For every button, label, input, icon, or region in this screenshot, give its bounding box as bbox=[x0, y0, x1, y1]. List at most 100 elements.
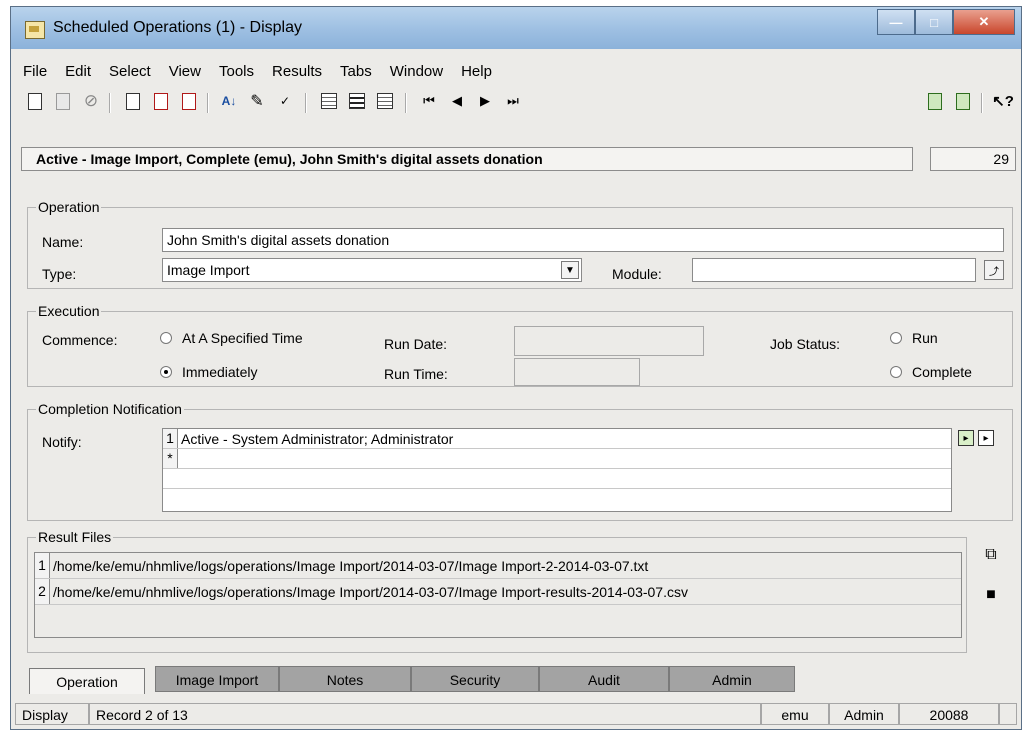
radio-label: Immediately bbox=[182, 364, 258, 380]
toolbar-separator bbox=[305, 93, 307, 113]
window-controls: — □ ✕ bbox=[877, 9, 1015, 35]
type-value: Image Import bbox=[167, 262, 250, 278]
menu-edit[interactable]: Edit bbox=[65, 57, 91, 81]
module-field[interactable] bbox=[692, 258, 976, 282]
next-record-icon[interactable]: ▶ bbox=[475, 91, 495, 111]
row-number: 1 bbox=[35, 553, 50, 578]
radio-label: Complete bbox=[912, 364, 972, 380]
display-record-icon[interactable] bbox=[123, 91, 143, 111]
status-user: emu bbox=[761, 703, 829, 725]
page-view-icon[interactable] bbox=[375, 91, 395, 111]
tab-image-import[interactable]: Image Import bbox=[155, 666, 279, 692]
completion-notification-group: Completion Notification Notify: 1 Active… bbox=[27, 401, 1013, 521]
list-view-icon[interactable] bbox=[347, 91, 367, 111]
save-disabled-icon[interactable] bbox=[53, 91, 73, 111]
row-text: Active - System Administrator; Administr… bbox=[181, 431, 454, 447]
commence-label: Commence: bbox=[42, 332, 118, 348]
radio-dot-selected bbox=[160, 366, 172, 378]
toolbar-separator bbox=[405, 93, 407, 113]
completion-legend: Completion Notification bbox=[36, 401, 184, 417]
spellcheck-icon[interactable]: ✓ bbox=[275, 91, 295, 111]
radio-immediately[interactable]: Immediately bbox=[160, 364, 257, 380]
maximize-button[interactable]: □ bbox=[915, 9, 953, 35]
record-count: 29 bbox=[930, 147, 1016, 171]
module-lookup-icon[interactable]: ⤴ bbox=[984, 260, 1004, 280]
open-file-icon[interactable]: ⧉ bbox=[981, 545, 1001, 565]
sort-icon[interactable]: A↓ bbox=[219, 91, 239, 111]
detach-icon[interactable] bbox=[953, 91, 973, 111]
type-label: Type: bbox=[42, 266, 77, 282]
attach-icon[interactable] bbox=[925, 91, 945, 111]
cancel-icon[interactable]: ⊘ bbox=[81, 91, 101, 111]
tab-admin[interactable]: Admin bbox=[669, 666, 795, 692]
title-bar: Scheduled Operations (1) - Display — □ ✕ bbox=[11, 7, 1021, 49]
result-files-legend: Result Files bbox=[36, 529, 114, 545]
radio-label: At A Specified Time bbox=[182, 330, 303, 346]
menu-file[interactable]: File bbox=[23, 57, 47, 81]
insert-record-icon[interactable] bbox=[179, 91, 199, 111]
row-number: 2 bbox=[35, 579, 50, 604]
name-field[interactable]: John Smith's digital assets donation bbox=[162, 228, 1004, 252]
menu-window[interactable]: Window bbox=[390, 57, 443, 81]
status-bar: Display Record 2 of 13 emu Admin 20088 bbox=[11, 697, 1021, 729]
type-select[interactable]: Image Import ▼ bbox=[162, 258, 582, 282]
first-record-icon[interactable]: ⏮ bbox=[419, 91, 439, 111]
menu-view[interactable]: View bbox=[169, 57, 201, 81]
new-record-icon[interactable] bbox=[25, 91, 45, 111]
operation-legend: Operation bbox=[36, 199, 102, 215]
name-label: Name: bbox=[42, 234, 84, 250]
radio-dot bbox=[160, 332, 172, 344]
toolbar-separator bbox=[981, 93, 983, 113]
search-record-icon[interactable] bbox=[151, 91, 171, 111]
save-file-icon[interactable]: ■ bbox=[981, 585, 1001, 605]
details-view-icon[interactable] bbox=[319, 91, 339, 111]
result-files-grid: 1 /home/ke/emu/nhmlive/logs/operations/I… bbox=[34, 552, 962, 638]
menu-tabs[interactable]: Tabs bbox=[340, 57, 372, 81]
view-attachment-icon[interactable]: ▸ bbox=[978, 430, 994, 446]
chevron-down-icon[interactable]: ▼ bbox=[561, 261, 579, 279]
menu-select[interactable]: Select bbox=[109, 57, 151, 81]
add-attachment-icon[interactable]: ▸ bbox=[958, 430, 974, 446]
tab-security[interactable]: Security bbox=[411, 666, 539, 692]
table-row[interactable]: 1 Active - System Administrator; Adminis… bbox=[163, 429, 951, 449]
table-row[interactable]: 1 /home/ke/emu/nhmlive/logs/operations/I… bbox=[35, 553, 961, 579]
help-pointer-icon[interactable]: ↖? bbox=[992, 91, 1014, 111]
execution-group: Execution Commence: At A Specified Time … bbox=[27, 303, 1013, 387]
result-files-group: Result Files 1 /home/ke/emu/nhmlive/logs… bbox=[27, 529, 967, 653]
run-date-field[interactable] bbox=[514, 326, 704, 356]
table-row-new[interactable]: * bbox=[163, 449, 951, 469]
table-row-empty[interactable] bbox=[163, 469, 951, 489]
notify-grid: 1 Active - System Administrator; Adminis… bbox=[162, 428, 952, 512]
edit-icon[interactable]: ✎ bbox=[247, 91, 267, 111]
radio-at-specified-time[interactable]: At A Specified Time bbox=[160, 330, 303, 346]
last-record-icon[interactable]: ⏭ bbox=[503, 91, 523, 111]
execution-legend: Execution bbox=[36, 303, 102, 319]
menu-bar: File Edit Select View Tools Results Tabs… bbox=[11, 57, 1021, 81]
menu-results[interactable]: Results bbox=[272, 57, 322, 81]
toolbar-separator bbox=[207, 93, 209, 113]
close-button[interactable]: ✕ bbox=[953, 9, 1015, 35]
module-label: Module: bbox=[612, 266, 662, 282]
tab-audit[interactable]: Audit bbox=[539, 666, 669, 692]
status-mode: Display bbox=[15, 703, 89, 725]
status-group: Admin bbox=[829, 703, 899, 725]
minimize-button[interactable]: — bbox=[877, 9, 915, 35]
status-port: 20088 bbox=[899, 703, 999, 725]
tab-operation[interactable]: Operation bbox=[29, 668, 145, 694]
menu-tools[interactable]: Tools bbox=[219, 57, 254, 81]
window-title: Scheduled Operations (1) - Display bbox=[53, 19, 303, 36]
notify-label: Notify: bbox=[42, 434, 82, 450]
radio-label: Run bbox=[912, 330, 938, 346]
previous-record-icon[interactable]: ◀ bbox=[447, 91, 467, 111]
menu-help[interactable]: Help bbox=[461, 57, 492, 81]
job-status-label: Job Status: bbox=[770, 336, 841, 352]
radio-complete[interactable]: Complete bbox=[890, 364, 972, 380]
run-time-label: Run Time: bbox=[384, 366, 448, 382]
tab-notes[interactable]: Notes bbox=[279, 666, 411, 692]
resize-grip-icon[interactable] bbox=[999, 703, 1017, 725]
radio-run[interactable]: Run bbox=[890, 330, 938, 346]
table-row[interactable]: 2 /home/ke/emu/nhmlive/logs/operations/I… bbox=[35, 579, 961, 605]
app-icon bbox=[25, 21, 45, 39]
row-text: /home/ke/emu/nhmlive/logs/operations/Ima… bbox=[53, 558, 649, 574]
run-time-field[interactable] bbox=[514, 358, 640, 386]
